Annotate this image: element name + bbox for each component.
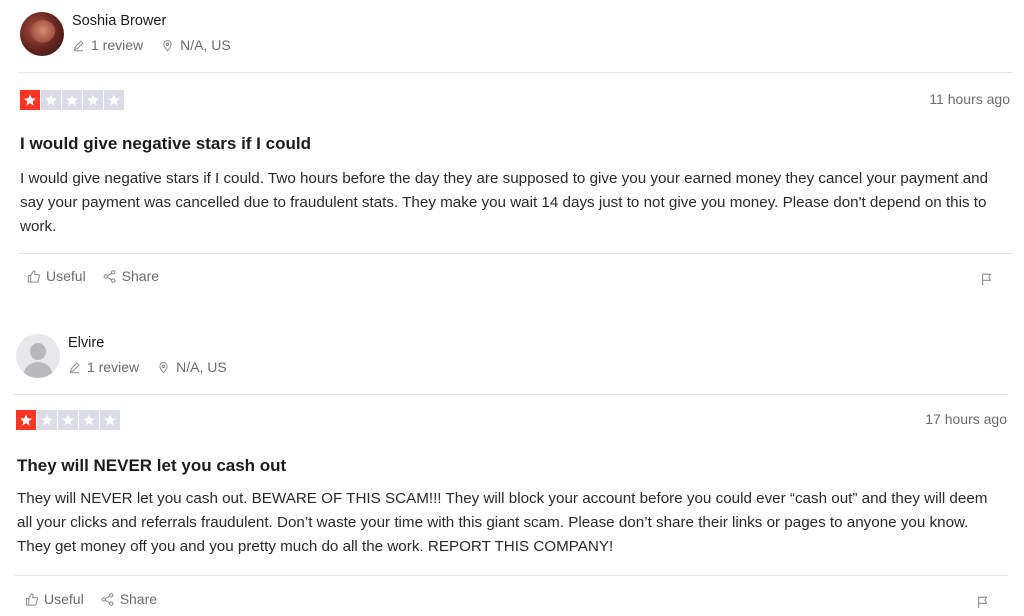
review-date: 11 hours ago bbox=[929, 91, 1010, 107]
share-label: Share bbox=[121, 268, 160, 284]
star-icon bbox=[62, 90, 82, 110]
reviewer-name[interactable]: Soshia Brower bbox=[72, 13, 166, 29]
share-label: Share bbox=[119, 591, 158, 607]
review-body: They will NEVER let you cash out. BEWARE… bbox=[17, 490, 988, 555]
share-button[interactable]: Share bbox=[100, 591, 157, 607]
share-button[interactable]: Share bbox=[102, 268, 159, 284]
star-icon bbox=[16, 410, 36, 430]
star-icon bbox=[100, 410, 120, 430]
review-count: 1 review bbox=[91, 37, 144, 53]
star-icon bbox=[58, 410, 78, 430]
divider bbox=[18, 72, 1012, 73]
share-icon bbox=[101, 592, 114, 606]
star-rating bbox=[20, 90, 125, 110]
useful-button[interactable]: Useful bbox=[26, 268, 86, 284]
star-icon bbox=[79, 410, 99, 430]
reviewer-info: Soshia Brower 1 review N/A, US bbox=[18, 10, 418, 58]
star-icon bbox=[104, 90, 124, 110]
avatar-placeholder-head bbox=[30, 343, 46, 360]
reviewer-location: N/A, US bbox=[180, 37, 231, 53]
thumbs-up-icon bbox=[27, 269, 40, 283]
reviewer-meta: 1 review N/A, US bbox=[68, 359, 227, 375]
star-icon bbox=[41, 90, 61, 110]
useful-button[interactable]: Useful bbox=[24, 591, 84, 607]
reviewer-location: N/A, US bbox=[176, 359, 227, 375]
pencil-icon bbox=[69, 362, 80, 373]
star-icon bbox=[37, 410, 57, 430]
divider bbox=[18, 253, 1012, 254]
star-icon bbox=[20, 90, 40, 110]
reviewer-meta: 1 review N/A, US bbox=[72, 37, 231, 53]
reviewer-info: Elvire 1 review N/A, US bbox=[14, 332, 414, 380]
thumbs-up-icon bbox=[25, 592, 38, 606]
divider bbox=[14, 394, 1008, 395]
reviewer-name[interactable]: Elvire bbox=[68, 335, 104, 351]
star-rating bbox=[16, 410, 121, 430]
flag-icon[interactable] bbox=[976, 595, 990, 609]
useful-label: Useful bbox=[44, 591, 84, 607]
review-title[interactable]: They will NEVER let you cash out bbox=[17, 456, 286, 476]
star-icon bbox=[83, 90, 103, 110]
location-pin-icon bbox=[163, 39, 172, 51]
avatar[interactable] bbox=[16, 334, 60, 378]
review-title[interactable]: I would give negative stars if I could bbox=[20, 134, 311, 154]
review-actions: Useful Share bbox=[24, 591, 173, 607]
divider bbox=[14, 575, 1008, 576]
review-actions: Useful Share bbox=[26, 268, 175, 284]
avatar-placeholder-body bbox=[23, 362, 53, 378]
useful-label: Useful bbox=[46, 268, 86, 284]
review-body: I would give negative stars if I could. … bbox=[20, 170, 989, 235]
review-date: 17 hours ago bbox=[925, 411, 1007, 427]
location-pin-icon bbox=[159, 361, 168, 373]
flag-icon[interactable] bbox=[980, 272, 994, 286]
review-count: 1 review bbox=[87, 359, 140, 375]
share-icon bbox=[103, 269, 116, 283]
pencil-icon bbox=[73, 40, 84, 51]
avatar[interactable] bbox=[20, 12, 64, 56]
